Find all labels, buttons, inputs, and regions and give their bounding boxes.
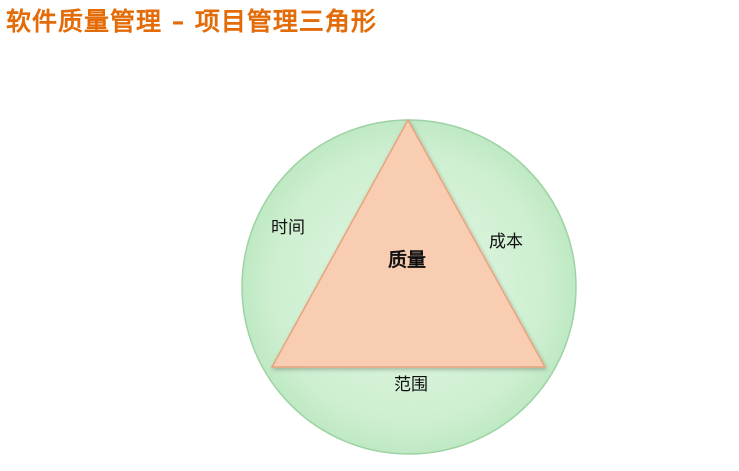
project-triangle-diagram: 质量 时间 成本 范围 [241,118,577,455]
quality-label: 质量 [388,249,426,271]
slide: 软件质量管理 – 项目管理三角形 质量 时间 成本 范围 [0,0,739,471]
cost-label: 成本 [489,232,523,252]
time-label: 时间 [271,218,305,238]
scope-label: 范围 [394,375,428,395]
